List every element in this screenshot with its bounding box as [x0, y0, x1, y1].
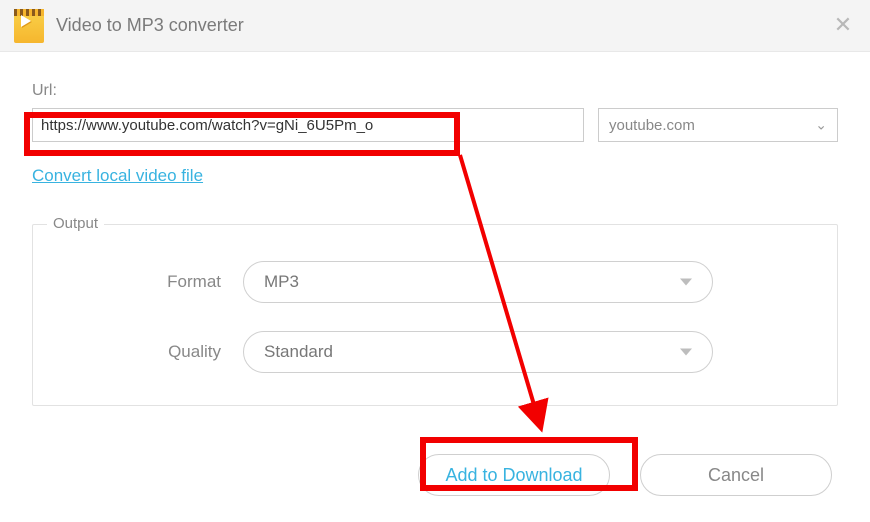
body: Url: youtube.com ⌄ Convert local video f… — [0, 52, 870, 496]
app-icon — [14, 9, 44, 43]
chevron-down-icon: ⌄ — [815, 117, 827, 134]
button-row: Add to Download Cancel — [32, 454, 838, 496]
format-select[interactable]: MP3 — [243, 261, 713, 303]
quality-value: Standard — [264, 342, 333, 362]
quality-row: Quality Standard — [63, 331, 807, 373]
site-select[interactable]: youtube.com ⌄ — [598, 108, 838, 142]
app-window: Video to MP3 converter ✕ Url: youtube.co… — [0, 0, 870, 522]
window-title: Video to MP3 converter — [56, 15, 244, 36]
quality-select[interactable]: Standard — [243, 331, 713, 373]
site-select-value: youtube.com — [609, 117, 695, 134]
output-legend: Output — [47, 215, 104, 232]
triangle-down-icon — [680, 279, 692, 286]
quality-label: Quality — [63, 342, 243, 362]
cancel-button[interactable]: Cancel — [640, 454, 832, 496]
titlebar: Video to MP3 converter ✕ — [0, 0, 870, 52]
close-icon[interactable]: ✕ — [832, 14, 854, 36]
triangle-down-icon — [680, 349, 692, 356]
format-label: Format — [63, 272, 243, 292]
add-to-download-button[interactable]: Add to Download — [418, 454, 610, 496]
convert-local-link[interactable]: Convert local video file — [32, 166, 203, 186]
output-group: Output Format MP3 Quality Standard — [32, 224, 838, 406]
format-value: MP3 — [264, 272, 299, 292]
url-row: youtube.com ⌄ — [32, 108, 838, 142]
format-row: Format MP3 — [63, 261, 807, 303]
url-input[interactable] — [32, 108, 584, 142]
url-label: Url: — [32, 82, 838, 100]
